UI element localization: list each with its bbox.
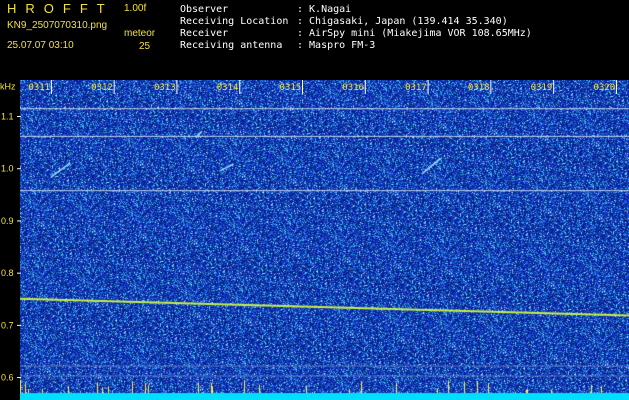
observer-label: Observer — [180, 4, 229, 15]
y-tick-label: 0.7 — [1, 320, 14, 330]
x-tick-label: 0319 — [531, 83, 553, 93]
header-panel: HROFFT 1.00f KN9_2507070310.png meteor 2… — [0, 0, 629, 80]
y-axis-label: kHz — [0, 81, 16, 91]
x-tick-label: 0317 — [405, 83, 427, 93]
y-tick-label: 0.8 — [1, 268, 14, 278]
mode-label: meteor — [124, 28, 156, 39]
y-ticks: 0.6 0.7 0.8 0.9 1.0 1.1 — [1, 112, 21, 383]
antenna-value: : Maspro FM-3 — [297, 40, 376, 51]
y-tick-label: 0.9 — [1, 216, 14, 226]
x-tick-label: 0311 — [28, 83, 50, 93]
x-tick-label: 0315 — [280, 83, 302, 93]
antenna-label: Receiving antenna — [180, 40, 283, 51]
receiver-value: : AirSpy mini (Miakejima VOR 108.65MHz) — [297, 28, 532, 39]
observer-value: : K.Nagai — [297, 4, 352, 15]
x-tick-label: 0313 — [154, 83, 176, 93]
x-tick-label: 0320 — [593, 83, 615, 93]
x-tick-label: 0312 — [91, 83, 113, 93]
spectrogram-axes: kHz 0311 0312 0313 0314 0315 0316 0317 0318 0319… — [0, 80, 617, 383]
location-label: Receiving Location — [180, 16, 289, 27]
y-tick-label: 1.1 — [1, 112, 14, 122]
app-title: HROFFT — [7, 1, 114, 16]
x-tick-label: 0314 — [217, 83, 239, 93]
spectrogram-plot: kHz 0311 0312 0313 0314 0315 0316 0317 0318 0319… — [0, 80, 629, 400]
version-label: 1.00f — [124, 3, 147, 14]
echo-count: 25 — [139, 41, 151, 52]
datetime-label: 25.07.07 03:10 — [7, 40, 74, 51]
x-tick-label: 0318 — [468, 83, 490, 93]
x-tick-label: 0316 — [342, 83, 364, 93]
y-tick-label: 0.6 — [1, 373, 14, 383]
location-value: : Chigasaki, Japan (139.414 35.340) — [297, 16, 508, 27]
receiver-label: Receiver — [180, 28, 229, 39]
y-tick-label: 1.0 — [1, 164, 14, 174]
x-ticks: 0311 0312 0313 0314 0315 0316 0317 0318 0319 0320 — [28, 80, 617, 94]
filename-label: KN9_2507070310.png — [7, 20, 108, 31]
